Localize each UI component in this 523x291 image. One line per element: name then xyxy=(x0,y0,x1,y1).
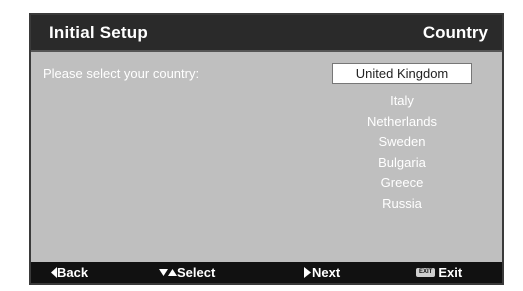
select-hint[interactable]: Select xyxy=(159,265,215,280)
country-option-bulgaria[interactable]: Bulgaria xyxy=(332,153,472,174)
page-title: Initial Setup xyxy=(49,23,148,42)
next-hint[interactable]: Next xyxy=(304,265,340,280)
title-bar: Initial Setup Country xyxy=(31,15,502,52)
back-hint[interactable]: Back xyxy=(51,265,88,280)
country-option-netherlands[interactable]: Netherlands xyxy=(332,112,472,133)
button-hint-bar: Back Select Next EXIT Exit xyxy=(31,262,502,283)
country-list: Italy Netherlands Sweden Bulgaria Greece… xyxy=(332,91,472,214)
country-option-russia[interactable]: Russia xyxy=(332,194,472,215)
country-prompt: Please select your country: xyxy=(43,66,200,81)
exit-hint[interactable]: EXIT Exit xyxy=(416,265,462,280)
select-label: Select xyxy=(177,265,216,280)
exit-key-icon: EXIT xyxy=(416,268,436,277)
back-label: Back xyxy=(57,265,89,280)
arrow-down-up-icon xyxy=(159,269,177,276)
country-option-sweden[interactable]: Sweden xyxy=(332,132,472,153)
section-title: Country xyxy=(422,23,488,42)
country-selected-option[interactable]: United Kingdom xyxy=(332,63,472,84)
exit-label: Exit xyxy=(438,265,463,280)
setup-screen: Initial Setup Country Please select your… xyxy=(29,13,504,285)
next-label: Next xyxy=(312,265,341,280)
country-option-italy[interactable]: Italy xyxy=(332,91,472,112)
country-option-greece[interactable]: Greece xyxy=(332,173,472,194)
arrow-right-icon xyxy=(304,267,311,278)
